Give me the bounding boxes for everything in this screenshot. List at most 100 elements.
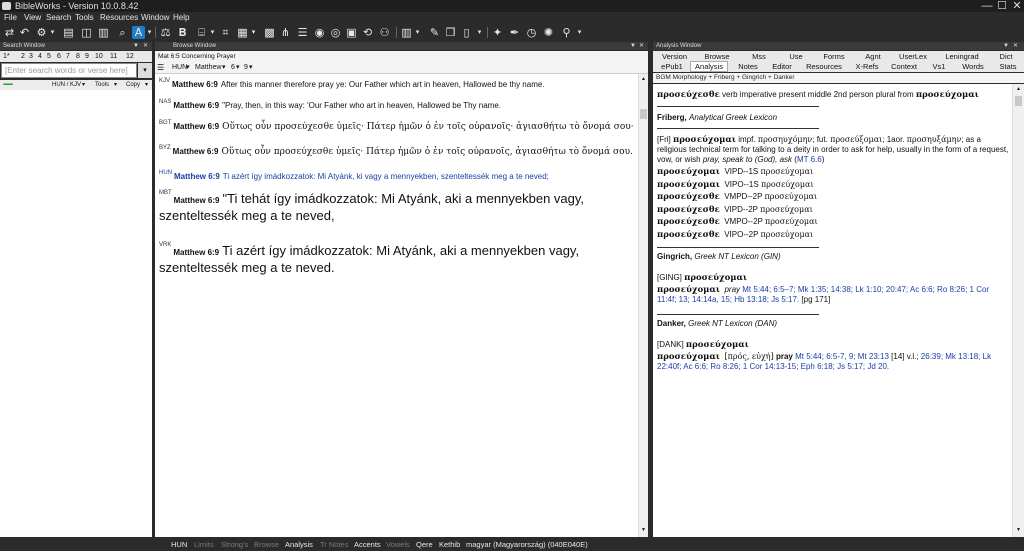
wheel-icon[interactable]: ✺ bbox=[542, 26, 555, 39]
verse-text[interactable]: "Ti tehát így imádkozzatok: Mi Atyánk, a… bbox=[159, 191, 584, 223]
list-icon[interactable]: ☰ bbox=[296, 26, 309, 39]
version-select[interactable]: HUN bbox=[172, 62, 187, 74]
disc-icon[interactable]: ◎ bbox=[329, 26, 342, 39]
browse-text[interactable]: KJV Matthew 6:9 After this manner therefor… bbox=[155, 74, 638, 537]
scripture-link[interactable]: MT 6.6 bbox=[797, 155, 822, 164]
verse-kjv[interactable]: KJV Matthew 6:9 After this manner therefor… bbox=[159, 78, 635, 90]
status-strongs[interactable]: Strong's bbox=[221, 539, 248, 551]
search-tab-2[interactable]: 2 bbox=[21, 51, 25, 62]
columns-icon[interactable]: ▥ bbox=[400, 26, 413, 39]
dropdown-icon[interactable]: ▾ bbox=[476, 26, 483, 39]
search-tab-12[interactable]: 12 bbox=[126, 51, 134, 62]
maximize-button[interactable]: ☐ bbox=[995, 0, 1009, 12]
verse-ref[interactable]: Matthew 6:9 bbox=[173, 122, 219, 131]
status-analysis[interactable]: Analysis bbox=[285, 539, 313, 551]
scroll-up-icon[interactable]: ▲ bbox=[640, 76, 647, 82]
stack-icon[interactable]: ❐ bbox=[444, 26, 457, 39]
verse-ref[interactable]: Matthew 6:9 bbox=[174, 172, 220, 181]
close-button[interactable]: ✕ bbox=[1010, 0, 1024, 12]
verse-vrk[interactable]: VRKMatthew 6:9 Ti azért így imádkozzatok:… bbox=[159, 242, 635, 276]
scroll-thumb[interactable] bbox=[640, 109, 647, 119]
dropdown-icon[interactable]: ▾ bbox=[209, 26, 216, 39]
status-qere[interactable]: Qere bbox=[416, 539, 433, 551]
sync-icon[interactable]: ⇄ bbox=[3, 26, 16, 39]
verse-nas[interactable]: NAS Matthew 6:9 "Pray, then, in this way: … bbox=[159, 99, 635, 111]
search-tab-11[interactable]: 11 bbox=[110, 51, 117, 62]
search-tab-4[interactable]: 4 bbox=[38, 51, 42, 62]
text-icon[interactable]: ◫ bbox=[80, 26, 93, 39]
form-word[interactable]: προσεύχεσθε bbox=[657, 205, 720, 215]
graph-icon[interactable]: ⌸ bbox=[195, 26, 208, 39]
morph-lemma[interactable]: προσεύχομαι bbox=[916, 90, 979, 100]
tab-resources[interactable]: Resources bbox=[802, 62, 846, 72]
search-tab-10[interactable]: 10 bbox=[95, 51, 103, 62]
search-tab-5[interactable]: 5 bbox=[47, 51, 51, 62]
scroll-down-icon[interactable]: ▼ bbox=[640, 527, 647, 533]
dropdown-icon[interactable]: ▾ bbox=[236, 62, 240, 74]
tab-userlex[interactable]: UserLex bbox=[893, 52, 933, 62]
search-input[interactable]: [Enter search words or verse here] bbox=[1, 63, 137, 78]
status-hun[interactable]: HUN bbox=[171, 539, 187, 551]
notes-icon[interactable]: ✎ bbox=[428, 26, 441, 39]
undo-icon[interactable]: ⟲ bbox=[361, 26, 374, 39]
grid-icon[interactable]: ▦ bbox=[236, 26, 249, 39]
status-vowels[interactable]: Vowels bbox=[386, 539, 410, 551]
menu-help[interactable]: Help bbox=[173, 12, 189, 24]
menu-file[interactable]: File bbox=[4, 12, 17, 24]
scales-icon[interactable]: ⚖ bbox=[159, 26, 172, 39]
dropdown-icon[interactable]: ▾ bbox=[576, 26, 583, 39]
form-word[interactable]: προσεύχομαι bbox=[657, 180, 720, 190]
search-tab-7[interactable]: 7 bbox=[66, 51, 70, 62]
verse-byz[interactable]: BYZ Matthew 6:9 Οὕτως οὖν προσεύχεσθε ὑμεῖ… bbox=[159, 145, 635, 157]
search-options-button[interactable]: ▾ bbox=[138, 63, 152, 78]
verse-ref[interactable]: Matthew 6:9 bbox=[173, 101, 219, 110]
lamp-icon[interactable]: ⚲ bbox=[560, 26, 573, 39]
tools-menu[interactable]: Tools bbox=[95, 80, 109, 90]
dropdown-icon[interactable]: ▾ bbox=[145, 80, 148, 90]
entry-greek[interactable]: προσηυξάμην bbox=[907, 135, 962, 144]
chart-icon[interactable]: ▥ bbox=[97, 26, 110, 39]
scripture-links[interactable]: 26:39; Mk 13:18; bbox=[921, 352, 981, 361]
status-limits[interactable]: Limits bbox=[194, 539, 214, 551]
browse-scrollbar[interactable]: ▲ ▼ bbox=[638, 74, 648, 537]
text-highlight-icon[interactable]: A bbox=[132, 26, 145, 39]
chapter-select[interactable]: 6 bbox=[231, 62, 235, 74]
entry-lemma[interactable]: προσεύχομαι bbox=[657, 285, 720, 295]
tab-forms[interactable]: Forms bbox=[817, 52, 851, 62]
dropdown-icon[interactable]: ▾ bbox=[249, 62, 253, 74]
status-kethib[interactable]: Kethib bbox=[439, 539, 460, 551]
minimize-button[interactable]: — bbox=[980, 0, 994, 12]
menu-resources[interactable]: Resources bbox=[100, 12, 138, 24]
verse-bgt[interactable]: BGT Matthew 6:9 Οὕτως οὖν προσεύχεσθε ὑμεῖ… bbox=[159, 120, 635, 132]
tab-analysis[interactable]: Analysis bbox=[690, 61, 728, 72]
tab-use[interactable]: Use bbox=[783, 52, 809, 62]
scroll-down-icon[interactable]: ▼ bbox=[1015, 527, 1022, 533]
entry-greek[interactable]: προσεύξομαι bbox=[830, 135, 882, 144]
tab-context[interactable]: Context bbox=[887, 62, 921, 72]
entry-lemma[interactable]: προσεύχομαι bbox=[684, 273, 747, 283]
tab-version[interactable]: Version bbox=[657, 52, 692, 62]
status-accents[interactable]: Accents bbox=[354, 539, 381, 551]
analysis-scrollbar[interactable]: ▲ ▼ bbox=[1012, 84, 1024, 537]
verse-ref[interactable]: Matthew 6:9 bbox=[172, 80, 218, 89]
pane-menu-icon[interactable]: ▼ bbox=[630, 42, 636, 50]
menu-view[interactable]: View bbox=[24, 12, 41, 24]
entry-greek[interactable]: προσηυχόμην bbox=[758, 135, 812, 144]
dropdown-icon[interactable]: ▾ bbox=[82, 80, 85, 90]
search-tab-6[interactable]: 6 bbox=[57, 51, 61, 62]
scroll-thumb[interactable] bbox=[1015, 96, 1022, 106]
verse-ref[interactable]: Matthew 6:9 bbox=[173, 147, 219, 156]
tab-vs1[interactable]: Vs1 bbox=[927, 62, 951, 72]
verse-text[interactable]: After this manner therefore pray ye: Our… bbox=[221, 80, 545, 89]
entry-lemma[interactable]: προσεύχομαι bbox=[686, 340, 749, 350]
settings-icon[interactable]: ⚙ bbox=[35, 26, 48, 39]
dropdown-icon[interactable]: ▾ bbox=[250, 26, 257, 39]
puzzle-icon[interactable]: ✦ bbox=[491, 26, 504, 39]
dropdown-icon[interactable]: ▾ bbox=[222, 62, 226, 74]
verse-text[interactable]: Ti azért így imádkozzatok: Mi Atyánk, ak… bbox=[159, 243, 579, 275]
search-tab-8[interactable]: 8 bbox=[76, 51, 80, 62]
pane-grip[interactable] bbox=[155, 42, 170, 50]
pen-icon[interactable]: ✒ bbox=[508, 26, 521, 39]
tab-notes[interactable]: Notes bbox=[733, 62, 763, 72]
search-tab-9[interactable]: 9 bbox=[85, 51, 89, 62]
